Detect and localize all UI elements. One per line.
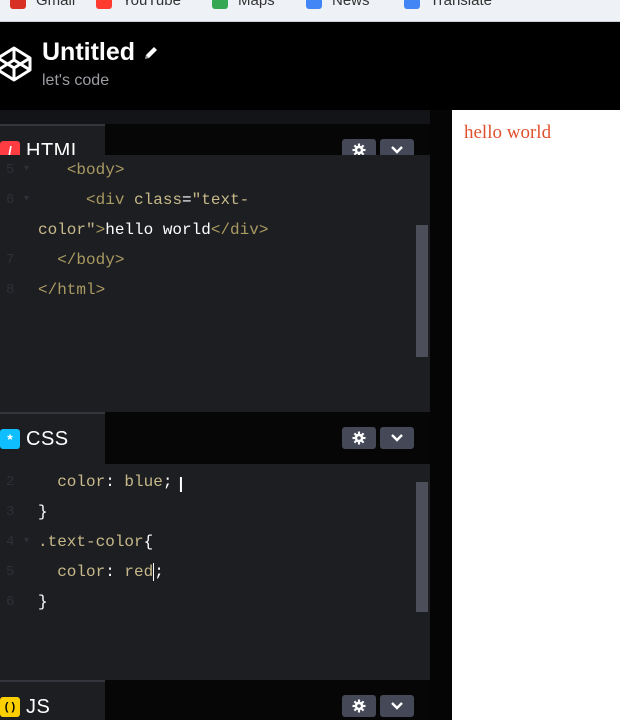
gear-icon <box>352 431 366 445</box>
code-token: } <box>38 593 48 611</box>
css-editor-header: * CSS <box>0 412 430 464</box>
html-code-area[interactable]: 5 ▾ <body> 6 ▾ <div class="text-color">hell… <box>0 155 415 412</box>
js-settings-button[interactable] <box>342 695 376 717</box>
code-text: color: blue; <box>38 467 172 497</box>
code-token: > <box>95 221 106 239</box>
js-icon: ( ) <box>0 697 20 717</box>
pencil-icon[interactable] <box>143 45 159 61</box>
code-token: : <box>105 563 125 581</box>
resize-handle[interactable] <box>430 110 452 720</box>
chevron-down-icon <box>391 702 403 710</box>
code-token: ; <box>154 563 164 581</box>
text-cursor-icon: I <box>178 473 184 497</box>
code-token: red <box>124 563 154 581</box>
pen-author[interactable]: let's code <box>42 72 109 90</box>
gear-icon <box>352 699 366 713</box>
code-text: } <box>38 497 48 527</box>
css-scrollbar-thumb[interactable] <box>416 482 428 612</box>
pen-header: Untitled let's code <box>0 22 620 110</box>
code-token: .text-color <box>38 533 144 551</box>
line-number: 7 <box>6 252 15 268</box>
chevron-down-icon <box>391 434 403 442</box>
code-token: class <box>134 191 183 209</box>
code-token: ; <box>162 473 173 491</box>
js-collapse-button[interactable] <box>380 695 414 717</box>
codepen-logo-icon[interactable] <box>0 44 32 84</box>
code-token: color <box>57 563 106 581</box>
css-editor-tab[interactable]: * CSS <box>0 412 105 464</box>
fold-toggle-icon[interactable]: ▾ <box>24 155 29 185</box>
css-collapse-button[interactable] <box>380 427 414 449</box>
code-token: = <box>182 191 192 209</box>
line-number: 6 <box>6 594 15 610</box>
code-token: } <box>38 503 48 521</box>
bookmark-news[interactable]: News <box>306 0 370 9</box>
code-token: <div <box>86 191 135 209</box>
line-number: 5 <box>6 564 15 580</box>
code-token: </html> <box>38 281 106 299</box>
html-scrollbar-thumb[interactable] <box>416 225 428 357</box>
css-settings-button[interactable] <box>342 427 376 449</box>
line-number: 3 <box>6 504 15 520</box>
news-icon <box>306 0 322 9</box>
code-token: { <box>143 533 154 551</box>
code-text: .text-color{ <box>38 527 153 557</box>
youtube-icon <box>96 0 112 9</box>
code-token: hello world <box>105 221 211 239</box>
editors-panel: / HTML 5 ▾ <body> 6 ▾ <div class="text-colo… <box>0 110 430 720</box>
code-token: </div> <box>210 221 269 239</box>
code-token: blue <box>124 473 163 491</box>
code-token: <body> <box>66 161 125 179</box>
fold-toggle-icon[interactable]: ▾ <box>24 185 29 215</box>
result-preview: hello world <box>452 110 620 720</box>
line-number: 8 <box>6 282 15 298</box>
bookmarks-bar: Gmail YouTube Maps News Translate <box>0 0 620 22</box>
code-token: "text- <box>191 191 250 209</box>
code-text: } <box>38 587 48 617</box>
code-token: color <box>57 473 106 491</box>
code-token: color" <box>38 221 96 239</box>
js-editor-label: JS <box>26 695 51 718</box>
js-editor-header: ( ) JS <box>0 680 430 720</box>
gmail-icon <box>10 0 26 9</box>
maps-icon <box>212 0 228 9</box>
line-number: 2 <box>6 474 15 490</box>
bookmark-maps[interactable]: Maps <box>212 0 275 9</box>
pen-title[interactable]: Untitled <box>42 38 135 67</box>
js-editor-tab[interactable]: ( ) JS <box>0 680 105 720</box>
preview-output-text: hello world <box>464 122 552 143</box>
translate-icon <box>404 0 420 9</box>
code-token: : <box>105 473 125 491</box>
fold-toggle-icon[interactable]: ▾ <box>24 527 29 557</box>
code-text: <body> <box>38 155 125 185</box>
code-token: </body> <box>57 251 125 269</box>
code-text: <div class="text- <box>38 185 249 215</box>
code-text: color">hello world</div> <box>38 215 268 245</box>
css-editor-label: CSS <box>26 427 69 450</box>
bookmark-translate[interactable]: Translate <box>404 0 492 9</box>
chevron-down-icon <box>391 146 403 154</box>
code-text: color: red; <box>38 557 164 587</box>
css-icon: * <box>0 429 20 449</box>
code-text: </html> <box>38 275 105 305</box>
css-code-area[interactable]: 2 color: blue; 3} 4 ▾ .text-color{5 color: r… <box>0 464 415 680</box>
code-text: </body> <box>38 245 124 275</box>
bookmark-youtube[interactable]: YouTube <box>96 0 181 9</box>
bookmark-gmail[interactable]: Gmail <box>10 0 75 9</box>
